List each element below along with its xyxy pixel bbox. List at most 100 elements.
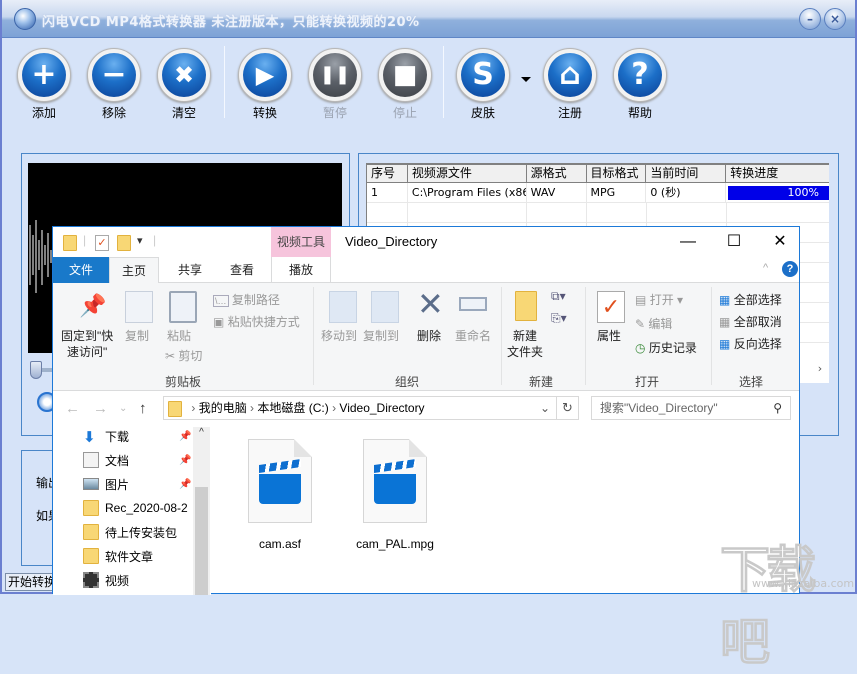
skin-label: 皮肤 (470, 106, 495, 120)
column-header[interactable]: 视频源文件 (408, 165, 527, 182)
file-name: cam_PAL.mpg (356, 537, 434, 551)
scroll-up-icon[interactable]: ^ (193, 427, 210, 438)
invert-selection-button[interactable]: ▦ 反向选择 (719, 335, 782, 352)
column-header[interactable]: 当前时间 (646, 165, 727, 182)
tab-home[interactable]: 主页 (109, 257, 159, 284)
customize-qa-icon[interactable]: ▾ (137, 234, 143, 247)
seek-slider[interactable] (30, 361, 42, 379)
copy-to-button[interactable]: 复制到 (363, 327, 399, 344)
new-item-icon[interactable]: ⧉▾ (551, 289, 566, 304)
tab-view[interactable]: 查看 (217, 257, 267, 283)
pause-button[interactable]: ❚❚ 暂停 (305, 48, 365, 121)
table-row[interactable]: 1 C:\Program Files (x86)... WAV MPG 0 (秒… (367, 183, 829, 203)
add-button[interactable]: + 添加 (14, 48, 74, 121)
video-icon (83, 572, 99, 588)
nav-item-folder[interactable]: 软件文章 (83, 545, 191, 567)
recent-locations-icon[interactable]: ⌄ (119, 403, 127, 414)
address-dropdown-icon[interactable]: ⌄ (540, 397, 550, 419)
help-icon[interactable]: ? (782, 261, 798, 277)
explorer-close-button[interactable]: ✕ (765, 231, 795, 253)
breadcrumb-segment[interactable]: 我的电脑 (199, 401, 247, 415)
tab-play[interactable]: 播放 (271, 257, 331, 283)
scroll-right-icon[interactable]: › (813, 362, 827, 376)
delete-button[interactable]: 删除 (417, 327, 441, 344)
file-item[interactable]: cam.asf (235, 439, 325, 551)
explorer-minimize-button[interactable]: — (673, 231, 703, 253)
skin-dropdown-icon[interactable] (521, 77, 531, 82)
properties-qa-icon[interactable]: ✓ (95, 235, 109, 251)
ribbon: 📌 固定到"快 速访问" 复制 粘贴 ✂ 剪切 \… 复制路径 ▣ 粘贴快捷方式… (53, 283, 799, 391)
toolbar-separator (443, 46, 444, 118)
folder-icon (83, 548, 99, 564)
move-to-button[interactable]: 移动到 (321, 327, 357, 344)
cell-progress: 100% (726, 183, 829, 202)
up-icon[interactable]: ↑ (139, 400, 147, 417)
start-convert-button[interactable]: 开始转换 (5, 573, 57, 591)
copy-path-button[interactable]: \… 复制路径 (213, 291, 280, 308)
minimize-button[interactable]: – (799, 8, 821, 30)
register-button[interactable]: ⌂ 注册 (540, 48, 600, 121)
nav-item-folder[interactable]: Rec_2020-08-2 (83, 497, 191, 519)
paste-button[interactable]: 粘贴 (167, 327, 191, 344)
nav-label: 文档 (105, 453, 130, 468)
file-item[interactable]: cam_PAL.mpg (350, 439, 440, 551)
open-button[interactable]: ▤ 打开 ▾ (635, 291, 683, 308)
nav-item-documents[interactable]: 文档 (83, 449, 191, 471)
nav-scroll-thumb[interactable] (195, 487, 208, 595)
tab-file[interactable]: 文件 (53, 257, 109, 283)
ribbon-separator (501, 287, 502, 385)
search-input[interactable]: 搜索"Video_Directory" ⚲ (591, 396, 791, 420)
column-header[interactable]: 源格式 (527, 165, 587, 182)
properties-button[interactable]: 属性 (597, 327, 621, 344)
toolbar-separator (224, 46, 225, 118)
history-icon: ◷ (635, 341, 646, 355)
new-folder-icon (515, 291, 537, 321)
ribbon-separator (711, 287, 712, 385)
column-header[interactable]: 转换进度 (726, 165, 829, 182)
column-header[interactable]: 序号 (367, 165, 408, 182)
select-none-icon: ▦ (719, 315, 731, 329)
back-icon[interactable]: ← (65, 400, 80, 417)
video-file-icon (248, 439, 312, 523)
convert-button[interactable]: ▶ 转换 (235, 48, 295, 121)
close-button[interactable]: × (824, 8, 846, 30)
history-button[interactable]: ◷ 历史记录 (635, 339, 697, 356)
breadcrumb-segment[interactable]: 本地磁盘 (C:) (257, 401, 328, 415)
cell-dst-format: MPG (587, 183, 647, 202)
nav-item-folder[interactable]: 待上传安装包 (83, 521, 191, 543)
easy-access-icon[interactable]: ⎘▾ (551, 311, 567, 326)
explorer-maximize-button[interactable]: ☐ (719, 231, 749, 253)
watermark-url: www.xiazaiba.com (752, 577, 855, 590)
clear-button[interactable]: ✖ 清空 (154, 48, 214, 121)
skin-button[interactable]: S 皮肤 (453, 48, 513, 121)
stop-button[interactable]: ■ 停止 (375, 48, 435, 121)
watermark-logo: 下载吧 (720, 541, 817, 672)
tab-share[interactable]: 共享 (165, 257, 215, 283)
nav-item-downloads[interactable]: ⬇ 下载 (83, 425, 191, 447)
column-header[interactable]: 目标格式 (587, 165, 647, 182)
help-icon: ? (618, 53, 662, 97)
nav-item-pictures[interactable]: 图片 (83, 473, 191, 495)
nav-item-videos[interactable]: 视频 (83, 569, 191, 591)
new-folder-qa-icon[interactable] (117, 235, 131, 251)
breadcrumb-segment[interactable]: Video_Directory (339, 401, 424, 415)
select-none-button[interactable]: ▦ 全部取消 (719, 313, 782, 330)
open-icon: ▤ (635, 293, 647, 307)
edit-button[interactable]: ✎ 编辑 (635, 315, 672, 332)
rename-button[interactable]: 重命名 (455, 327, 491, 344)
select-all-button[interactable]: ▦ 全部选择 (719, 291, 782, 308)
pin-quick-access-button[interactable]: 固定到"快 (61, 327, 113, 344)
cut-button[interactable]: ✂ 剪切 (165, 347, 202, 364)
new-folder-button[interactable]: 新建 (513, 327, 537, 344)
explorer-title-bar: | ✓ ▾ | 视频工具 Video_Directory — ☐ ✕ (53, 227, 799, 257)
address-bar[interactable]: › 我的电脑 › 本地磁盘 (C:) › Video_Directory ⌄ (163, 396, 557, 420)
refresh-icon[interactable]: ↻ (557, 396, 579, 420)
copy-button[interactable]: 复制 (125, 327, 149, 344)
paste-shortcut-button[interactable]: ▣ 粘贴快捷方式 (213, 313, 300, 330)
help-button[interactable]: ? 帮助 (610, 48, 670, 121)
open-group-label: 打开 (635, 375, 660, 389)
collapse-ribbon-icon[interactable]: ^ (763, 262, 768, 274)
forward-icon[interactable]: → (93, 400, 108, 417)
ribbon-tabs: 文件 主页 共享 查看 播放 ^ ? (53, 257, 799, 284)
remove-button[interactable]: − 移除 (84, 48, 144, 121)
